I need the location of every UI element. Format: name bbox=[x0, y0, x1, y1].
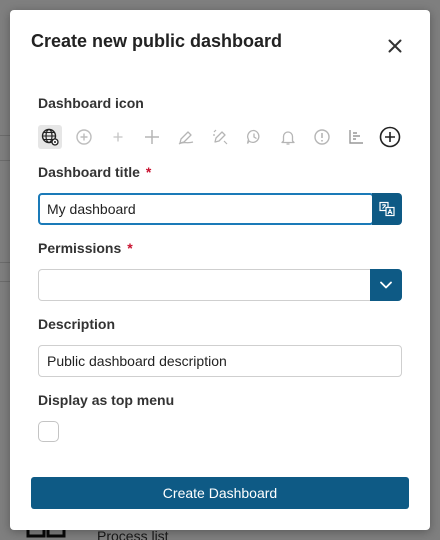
icon-option-draw[interactable] bbox=[174, 125, 198, 149]
permissions-label: Permissions * bbox=[38, 240, 133, 256]
close-button[interactable] bbox=[385, 36, 405, 56]
description-label: Description bbox=[38, 316, 116, 332]
bell-icon bbox=[281, 131, 295, 145]
top-menu-label: Display as top menu bbox=[38, 392, 175, 408]
permissions-select[interactable] bbox=[38, 269, 372, 301]
dashboard-icon-label: Dashboard icon bbox=[38, 95, 144, 111]
permissions-label-text: Permissions bbox=[38, 240, 122, 256]
icon-option-plus-circle[interactable] bbox=[72, 125, 96, 149]
plus-icon bbox=[145, 130, 159, 144]
chevron-down-icon bbox=[380, 281, 392, 289]
icon-option-globe[interactable] bbox=[38, 125, 62, 149]
dashboard-title-label: Dashboard title * bbox=[38, 164, 151, 180]
icon-option-chat-clock[interactable] bbox=[242, 125, 266, 149]
close-icon bbox=[388, 39, 402, 53]
edit-sparkle-icon bbox=[213, 129, 228, 145]
icon-option-bar-chart[interactable] bbox=[344, 125, 368, 149]
chat-clock-icon bbox=[246, 129, 260, 144]
description-input[interactable] bbox=[38, 345, 402, 377]
icon-option-add-circle[interactable] bbox=[378, 125, 402, 149]
plus-small-icon bbox=[113, 132, 123, 142]
permissions-dropdown-button[interactable] bbox=[370, 269, 402, 301]
required-mark: * bbox=[145, 164, 152, 180]
bar-chart-icon bbox=[349, 130, 363, 144]
info-circle-icon bbox=[314, 129, 330, 145]
translate-button[interactable] bbox=[372, 193, 402, 225]
icon-option-bell[interactable] bbox=[276, 125, 300, 149]
pencil-draw-icon bbox=[178, 131, 194, 145]
globe-network-icon bbox=[41, 128, 59, 146]
create-dashboard-button[interactable]: Create Dashboard bbox=[31, 477, 409, 509]
icon-picker bbox=[38, 125, 404, 149]
add-circle-bold-icon bbox=[379, 126, 401, 148]
top-menu-checkbox[interactable] bbox=[38, 421, 59, 442]
dialog-title: Create new public dashboard bbox=[31, 31, 283, 51]
create-dashboard-dialog: Create new public dashboard Dashboard ic… bbox=[10, 10, 430, 530]
dashboard-title-input[interactable] bbox=[38, 193, 374, 225]
icon-option-info[interactable] bbox=[310, 125, 334, 149]
icon-option-plus[interactable] bbox=[140, 125, 164, 149]
dashboard-title-label-text: Dashboard title bbox=[38, 164, 140, 180]
translate-icon bbox=[379, 201, 395, 217]
plus-circle-outline-icon bbox=[76, 129, 92, 145]
icon-option-plus-small[interactable] bbox=[106, 125, 130, 149]
required-mark: * bbox=[127, 240, 133, 256]
icon-option-edit[interactable] bbox=[208, 125, 232, 149]
